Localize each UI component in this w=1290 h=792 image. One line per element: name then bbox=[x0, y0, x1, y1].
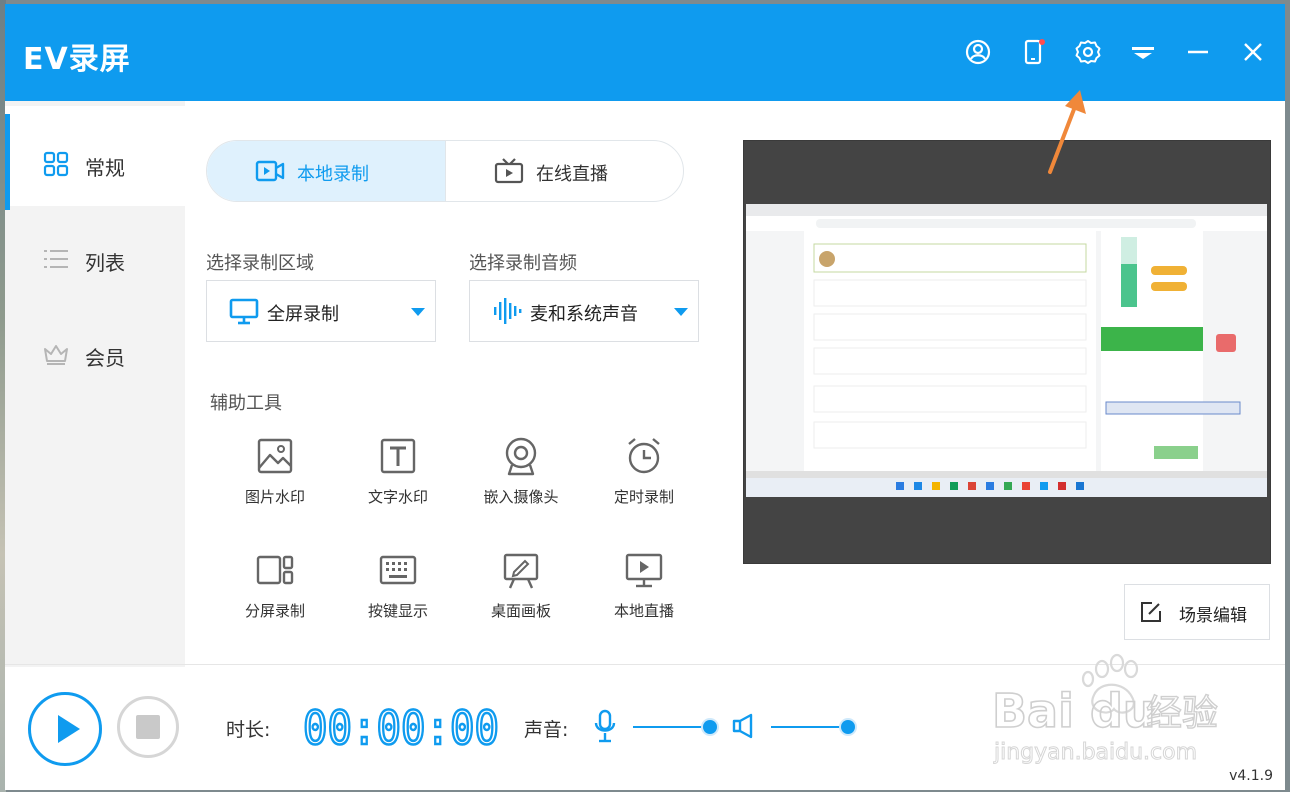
title-bar[interactable]: EV录屏 bbox=[5, 4, 1285, 101]
timer-display: 00:00:00 bbox=[303, 704, 500, 748]
image-icon bbox=[257, 438, 293, 474]
scene-edit-label: 场景编辑 bbox=[1179, 606, 1247, 626]
phone-icon[interactable] bbox=[1019, 38, 1047, 66]
mic-volume-slider[interactable] bbox=[633, 720, 717, 734]
record-area-select[interactable]: 全屏录制 bbox=[206, 280, 436, 342]
user-circle-icon[interactable] bbox=[964, 38, 992, 66]
tool-embed-webcam[interactable]: 嵌入摄像头 bbox=[466, 436, 576, 526]
dropdown-menu-icon[interactable] bbox=[1129, 38, 1157, 66]
sidebar-item-label: 列表 bbox=[85, 251, 125, 275]
tool-local-live[interactable]: 本地直播 bbox=[589, 550, 699, 640]
tool-label: 本地直播 bbox=[613, 602, 674, 620]
edit-icon bbox=[1141, 602, 1161, 622]
gear-icon[interactable] bbox=[1074, 38, 1102, 66]
sound-label: 声音: bbox=[524, 719, 569, 741]
play-icon bbox=[58, 715, 80, 743]
tools-label: 辅助工具 bbox=[210, 393, 282, 414]
tool-text-watermark[interactable]: 文字水印 bbox=[343, 436, 453, 526]
tool-desktop-board[interactable]: 桌面画板 bbox=[466, 550, 576, 640]
mode-tabs: 本地录制 在线直播 bbox=[206, 140, 684, 202]
tool-image-watermark[interactable]: 图片水印 bbox=[220, 436, 330, 526]
split-screen-icon bbox=[256, 555, 294, 585]
tab-label: 本地录制 bbox=[297, 164, 369, 185]
svg-text:Bai: Bai bbox=[992, 684, 1074, 738]
start-record-button[interactable] bbox=[28, 692, 102, 766]
speaker-icon[interactable] bbox=[732, 713, 756, 739]
video-camera-icon bbox=[255, 160, 285, 182]
tool-label: 嵌入摄像头 bbox=[483, 488, 559, 506]
svg-text:jingyan.baidu.com: jingyan.baidu.com bbox=[993, 740, 1197, 765]
active-indicator bbox=[5, 114, 10, 210]
monitor-icon bbox=[229, 298, 259, 325]
mic-volume-knob[interactable] bbox=[703, 720, 717, 734]
keyboard-icon bbox=[379, 555, 417, 585]
tab-live-stream[interactable]: 在线直播 bbox=[445, 141, 683, 201]
chevron-down-icon bbox=[674, 308, 688, 316]
tool-label: 定时录制 bbox=[613, 488, 674, 506]
audio-wave-icon bbox=[494, 298, 522, 324]
tool-split-screen[interactable]: 分屏录制 bbox=[220, 550, 330, 640]
record-audio-select[interactable]: 麦和系统声音 bbox=[469, 280, 699, 342]
stop-icon bbox=[136, 715, 160, 739]
sidebar-item-label: 常规 bbox=[85, 156, 125, 180]
alarm-clock-icon bbox=[628, 438, 660, 474]
text-icon bbox=[380, 438, 416, 474]
version-label: v4.1.9 bbox=[1229, 768, 1273, 784]
monitor-play-icon bbox=[625, 553, 663, 588]
grid-icon bbox=[43, 151, 69, 177]
easel-icon bbox=[503, 553, 539, 589]
sidebar-item-general[interactable]: 常规 bbox=[5, 106, 185, 210]
speaker-volume-slider[interactable] bbox=[771, 720, 855, 734]
tool-label: 桌面画板 bbox=[490, 602, 551, 620]
sidebar: 常规 列表 会员 bbox=[5, 101, 185, 667]
svg-text:经验: 经验 bbox=[1146, 693, 1218, 734]
chevron-down-icon bbox=[411, 308, 425, 316]
record-audio-value: 麦和系统声音 bbox=[530, 304, 638, 325]
webcam-icon bbox=[505, 437, 537, 476]
tab-label: 在线直播 bbox=[536, 164, 608, 185]
tool-label: 按键显示 bbox=[367, 602, 428, 620]
sidebar-item-list[interactable]: 列表 bbox=[5, 201, 185, 301]
sidebar-item-vip[interactable]: 会员 bbox=[5, 296, 185, 396]
sidebar-item-label: 会员 bbox=[85, 346, 125, 370]
screen-preview bbox=[743, 140, 1271, 564]
tool-label: 文字水印 bbox=[367, 488, 428, 506]
notification-dot bbox=[1039, 39, 1045, 45]
tool-label: 分屏录制 bbox=[244, 602, 305, 620]
preview-screenshot bbox=[746, 204, 1267, 497]
tool-key-display[interactable]: 按键显示 bbox=[343, 550, 453, 640]
scene-edit-button[interactable]: 场景编辑 bbox=[1124, 584, 1270, 640]
speaker-volume-knob[interactable] bbox=[841, 720, 855, 734]
timer-text: 00:00:00 bbox=[303, 704, 499, 748]
microphone-icon[interactable] bbox=[594, 709, 616, 743]
tab-local-record[interactable]: 本地录制 bbox=[207, 141, 445, 201]
crown-icon bbox=[44, 345, 68, 365]
ev-recorder-window: EV录屏 常规 列表 会员 本地录制 在线直播 选择录制区域 全屏录制 选择录制… bbox=[5, 4, 1285, 790]
annotation-arrow-icon bbox=[1048, 90, 1086, 174]
record-area-label: 选择录制区域 bbox=[206, 253, 314, 274]
stop-record-button[interactable] bbox=[117, 696, 179, 758]
duration-label: 时长: bbox=[226, 719, 271, 741]
minimize-icon[interactable] bbox=[1184, 38, 1212, 66]
record-audio-label: 选择录制音频 bbox=[469, 253, 577, 274]
app-title: EV录屏 bbox=[23, 42, 131, 77]
tool-label: 图片水印 bbox=[244, 488, 305, 506]
tv-play-icon bbox=[494, 158, 524, 184]
list-icon bbox=[44, 250, 68, 268]
baidu-jingyan-watermark-logo: Bai du 经验 jingyan.baidu.com bbox=[991, 653, 1219, 766]
close-icon[interactable] bbox=[1239, 38, 1267, 66]
record-area-value: 全屏录制 bbox=[267, 304, 339, 325]
tool-scheduled-record[interactable]: 定时录制 bbox=[589, 436, 699, 526]
